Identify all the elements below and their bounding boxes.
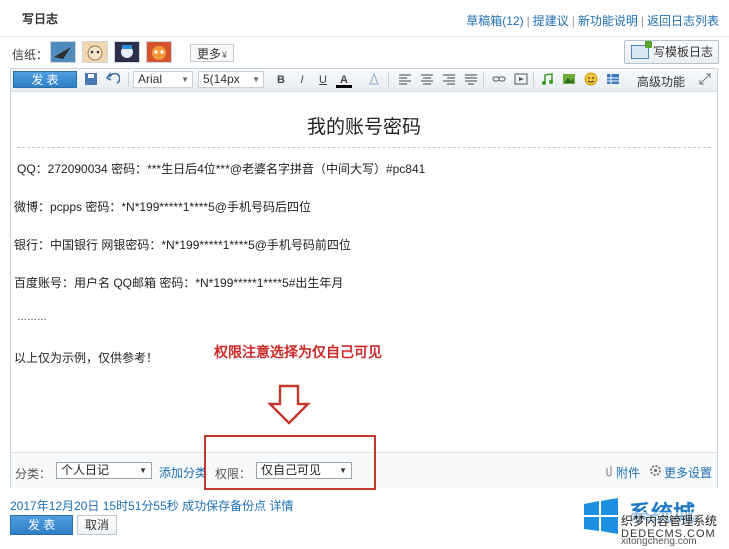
table-insert-icon[interactable]: [605, 72, 621, 88]
gear-icon: [650, 465, 661, 476]
paperclip-icon: [606, 466, 612, 477]
link-separator: |: [571, 14, 575, 28]
font-color-button[interactable]: A: [336, 72, 352, 88]
highlight-icon[interactable]: [366, 72, 382, 88]
link-separator: |: [640, 14, 644, 28]
underline-button[interactable]: U: [315, 72, 331, 88]
autosave-status: 2017年12月20日 15时51分55秒 成功保存备份点 详情: [10, 499, 294, 513]
stationery-row: 信纸： 更多¥ 写模板日志: [10, 40, 719, 66]
monster-icon: [152, 46, 166, 60]
content-line: 以上仅为示例，仅供参考！: [14, 351, 159, 365]
more-settings-link[interactable]: 更多设置: [664, 464, 712, 481]
attachment-link[interactable]: 附件: [616, 464, 640, 481]
more-stationery-button[interactable]: 更多¥: [190, 44, 234, 62]
align-center-icon[interactable]: [419, 72, 435, 88]
watermark-url: xitongcheng.com: [621, 536, 697, 547]
cancel-button[interactable]: 取消: [77, 515, 117, 535]
fullscreen-icon[interactable]: [697, 72, 713, 88]
emoji-icon[interactable]: [583, 72, 599, 88]
toolbar-divider: [388, 72, 389, 87]
drafts-link[interactable]: 草稿箱(12): [466, 14, 523, 28]
permission-highlight-box: [204, 435, 376, 490]
link-separator: |: [526, 14, 530, 28]
editor: 发 表 Arial ▼ 5(14px ▼ B I U A 高级功能 我的账号密码…: [10, 68, 718, 488]
font-size-select[interactable]: 5(14px ▼: [198, 71, 264, 88]
toolbar-divider: [533, 72, 534, 87]
video-icon[interactable]: [513, 72, 529, 88]
italic-button[interactable]: I: [294, 72, 310, 88]
category-select[interactable]: 个人日记 ▼: [56, 462, 152, 479]
document-title: 我的账号密码: [306, 117, 421, 138]
watermark: 系统城 织梦内容管理系统 DEDECMS.COM xitongcheng.com: [577, 494, 727, 548]
suggest-link[interactable]: 提建议: [533, 14, 569, 28]
align-left-icon[interactable]: [397, 72, 413, 88]
toolbar-divider: [483, 72, 484, 87]
title-divider: [17, 147, 711, 148]
stationery-thumb-4[interactable]: [146, 41, 172, 63]
bold-button[interactable]: B: [273, 72, 289, 88]
category-label: 分类：: [15, 467, 52, 481]
chevron-down-icon: ¥: [222, 50, 228, 60]
add-category-link[interactable]: 添加分类: [159, 464, 207, 481]
permission-annotation: 权限注意选择为仅自己可见: [214, 344, 382, 360]
content-line: 微博：pcpps 密码：*N*199*****1****5@手机号码后四位: [14, 200, 311, 214]
back-to-list-link[interactable]: 返回日志列表: [647, 14, 719, 28]
arrow-down-icon: [267, 384, 311, 425]
page-title: 写日志: [22, 12, 59, 26]
publish-toolbar-button[interactable]: 发 表: [13, 71, 77, 88]
stationery-label: 信纸：: [12, 48, 49, 62]
windows-logo-icon: [584, 498, 618, 534]
toolbar-divider: [128, 72, 129, 87]
header-links: 草稿箱(12) | 提建议 | 新功能说明 | 返回日志列表: [466, 12, 719, 29]
image-icon[interactable]: [561, 72, 577, 88]
advanced-features-button[interactable]: 高级功能: [637, 73, 685, 90]
cat-face-icon: [87, 45, 103, 61]
editor-content[interactable]: 我的账号密码 QQ：272090034 密码：***生日后4位***@老婆名字拼…: [11, 92, 717, 452]
details-link[interactable]: 详情: [269, 499, 293, 513]
save-icon[interactable]: [83, 72, 99, 88]
content-line: QQ：272090034 密码：***生日后4位***@老婆名字拼音（中间大写）…: [17, 162, 426, 176]
page-header: 写日志 草稿箱(12) | 提建议 | 新功能说明 | 返回日志列表: [0, 0, 729, 37]
music-icon[interactable]: [539, 72, 555, 88]
paper-airplane-icon: [54, 47, 71, 59]
stationery-thumb-1[interactable]: [50, 41, 76, 63]
content-line: ………: [17, 312, 47, 323]
content-line: 百度账号：用户名 QQ邮箱 密码：*N*199*****1****5#出生年月: [14, 276, 344, 290]
character-icon: [121, 45, 133, 58]
font-family-select[interactable]: Arial ▼: [133, 71, 193, 88]
editor-toolbar: 发 表 Arial ▼ 5(14px ▼ B I U A 高级功能: [11, 69, 717, 92]
undo-icon[interactable]: [105, 71, 121, 88]
watermark-subtitle: 织梦内容管理系统: [621, 512, 718, 529]
stationery-thumb-3[interactable]: [114, 41, 140, 63]
align-right-icon[interactable]: [441, 72, 457, 88]
template-icon: [631, 41, 652, 59]
new-features-link[interactable]: 新功能说明: [578, 14, 638, 28]
stationery-thumb-2[interactable]: [82, 41, 108, 63]
content-line: 银行：中国银行 网银密码：*N*199*****1****5@手机号码前四位: [14, 238, 351, 252]
publish-button[interactable]: 发 表: [10, 515, 73, 535]
list-icon[interactable]: [463, 72, 479, 88]
link-icon[interactable]: [491, 72, 507, 88]
template-log-button[interactable]: 写模板日志: [624, 40, 719, 64]
